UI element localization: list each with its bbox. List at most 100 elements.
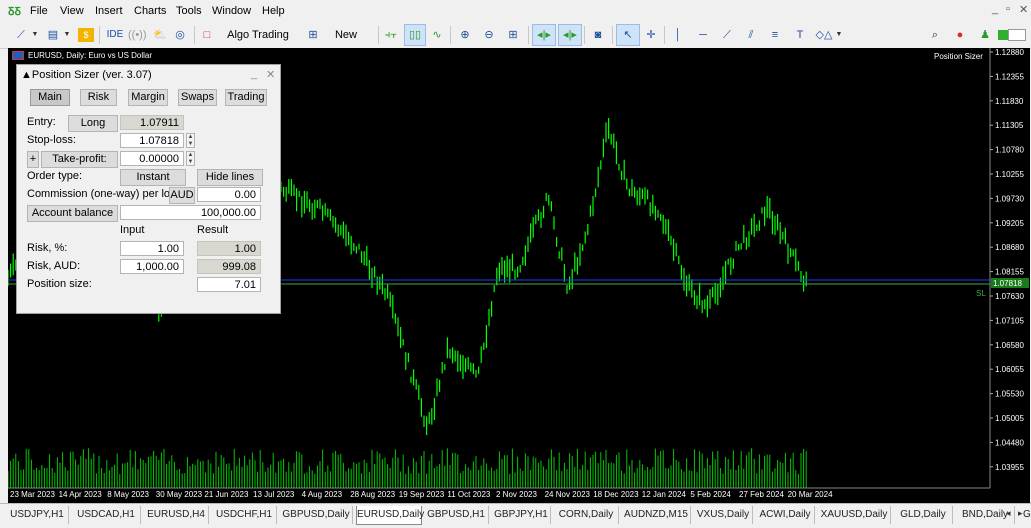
user-icon[interactable]: ♟ <box>976 25 994 45</box>
time-tick-label: 13 Jul 2023 <box>253 490 295 499</box>
chevron-down-icon[interactable]: ▼ <box>834 25 844 45</box>
separator <box>194 26 195 44</box>
menu-charts[interactable]: Charts <box>134 5 166 17</box>
line-chart-icon[interactable]: ∿ <box>428 25 446 45</box>
new-order-button[interactable]: New Order <box>320 25 372 61</box>
price-tick-label: 1.06580 <box>995 341 1024 350</box>
new-order-icon[interactable]: ⊞ <box>306 25 320 45</box>
chart-tab[interactable]: USDJPY,H1 <box>6 506 69 524</box>
chart-shift-icon[interactable]: ◂|▸ <box>558 24 582 46</box>
chevron-down-icon[interactable]: ▼ <box>30 25 40 45</box>
result-header: Result <box>197 224 229 236</box>
chart-tab[interactable]: XAUUSD,Daily <box>818 506 891 524</box>
algo-trading-icon[interactable]: □ <box>200 25 214 45</box>
chart-tab[interactable]: CORN,Daily <box>554 506 619 524</box>
chart-tab[interactable]: GBPJPY,H1 <box>492 506 551 524</box>
take-profit-stepper[interactable]: ▲ ▼ <box>186 151 195 166</box>
menu-insert[interactable]: Insert <box>95 5 123 17</box>
search-icon[interactable]: ⌕ <box>926 25 944 45</box>
vertical-line-icon[interactable]: │ <box>670 25 686 45</box>
price-tick-label: 1.09205 <box>995 219 1024 228</box>
entry-field[interactable]: 1.07911 <box>120 115 184 130</box>
chart-template-icon[interactable]: ▤ <box>44 25 62 45</box>
market-icon[interactable]: ⛅ <box>152 25 168 45</box>
zoom-in-icon[interactable]: ⊕ <box>456 25 474 45</box>
grid-icon[interactable]: ⊞ <box>504 25 522 45</box>
close-icon[interactable]: ✕ <box>1019 3 1028 16</box>
risk-percent-input[interactable]: 1.00 <box>120 241 184 256</box>
take-profit-button[interactable]: Take-profit: <box>41 151 118 168</box>
hide-lines-button[interactable]: Hide lines <box>197 169 263 186</box>
risk-percent-label: Risk, %: <box>27 242 68 254</box>
chart-tab[interactable]: AUDNZD,M15 <box>622 506 691 524</box>
order-type-button[interactable]: Instant <box>120 169 186 186</box>
menu-file[interactable]: File <box>30 5 48 17</box>
tab-margin[interactable]: Margin <box>128 89 168 106</box>
text-icon[interactable]: T <box>792 25 808 45</box>
ide-button[interactable]: IDE <box>104 25 126 45</box>
menu-help[interactable]: Help <box>262 5 285 17</box>
autoscroll-icon[interactable]: ◂|▸ <box>532 24 556 46</box>
account-balance-button[interactable]: Account balance <box>27 205 118 222</box>
shapes-icon[interactable]: ◇△ <box>814 25 834 45</box>
vps-icon[interactable]: ◎ <box>172 25 188 45</box>
tab-scroll-right-icon[interactable]: ▸ <box>1018 508 1023 519</box>
restore-icon[interactable]: ▫ <box>1006 3 1010 15</box>
tab-swaps[interactable]: Swaps <box>178 89 217 106</box>
tab-scroll-left-icon[interactable]: ◂ <box>1006 508 1011 519</box>
panel-close-button[interactable]: ✕ <box>266 68 275 81</box>
price-tick-label: 1.07630 <box>995 292 1024 301</box>
cursor-icon[interactable]: ↖ <box>616 24 640 46</box>
position-sizer-panel[interactable]: ▲Position Sizer (ver. 3.07) _ ✕ Main Ris… <box>16 64 281 314</box>
crosshair-icon[interactable]: ✛ <box>642 25 660 45</box>
indicator-label: Position Sizer <box>934 52 983 61</box>
chart-tab[interactable]: VXUS,Daily <box>694 506 753 524</box>
menu-view[interactable]: View <box>60 5 84 17</box>
chart-tab[interactable]: GBPUSD,H1 <box>424 506 489 524</box>
panel-minimize-button[interactable]: _ <box>251 68 257 80</box>
add-tp-button[interactable]: + <box>27 151 39 168</box>
screenshot-icon[interactable]: ◙ <box>588 25 608 45</box>
stoploss-stepper[interactable]: ▲ ▼ <box>186 133 195 148</box>
chart-tab[interactable]: EURUSD,H4 <box>144 506 209 524</box>
price-tick-label: 1.12880 <box>995 48 1024 57</box>
minimize-icon[interactable]: _ <box>992 3 998 15</box>
chart-tab[interactable]: EURUSD,Daily <box>356 506 424 525</box>
tab-main[interactable]: Main <box>30 89 70 106</box>
horizontal-line-icon[interactable]: ─ <box>694 25 712 45</box>
menu-window[interactable]: Window <box>212 5 251 17</box>
bid-price-label: 1.07818 <box>993 279 1022 288</box>
chart-tab[interactable]: USDCHF,H1 <box>212 506 277 524</box>
chart-type-icon[interactable]: ⟋ <box>12 25 30 45</box>
trendline-icon[interactable]: ⟋ <box>718 25 736 45</box>
account-balance-field[interactable]: 100,000.00 <box>120 205 261 220</box>
direction-button[interactable]: Long <box>68 115 118 132</box>
commission-field[interactable]: 0.00 <box>197 187 261 202</box>
signal-icon[interactable]: ((•)) <box>128 25 147 45</box>
chart-tab[interactable]: ACWI,Daily <box>756 506 815 524</box>
commission-currency-button[interactable]: AUD <box>169 187 195 204</box>
chart-tab[interactable]: USDCAD,H1 <box>72 506 141 524</box>
take-profit-field[interactable]: 0.00000 <box>120 151 184 166</box>
time-tick-label: 14 Apr 2023 <box>59 490 103 499</box>
candlestick-icon[interactable]: ▯▯ <box>404 24 426 46</box>
notifications-icon[interactable]: ● <box>950 25 970 45</box>
zoom-out-icon[interactable]: ⊖ <box>480 25 498 45</box>
panel-title[interactable]: ▲Position Sizer (ver. 3.07) <box>21 69 152 81</box>
risk-money-input[interactable]: 1,000.00 <box>120 259 184 274</box>
menu-tools[interactable]: Tools <box>176 5 202 17</box>
dollar-icon[interactable]: $ <box>78 28 94 42</box>
chart-tab[interactable]: GBPUSD,Daily <box>280 506 353 524</box>
bar-chart-icon[interactable]: ⫞⫟ <box>382 25 400 45</box>
time-tick-label: 2 Nov 2023 <box>496 490 537 499</box>
channel-icon[interactable]: ⫽ <box>742 25 760 45</box>
tab-risk[interactable]: Risk <box>80 89 117 106</box>
algo-trading-button[interactable]: Algo Trading <box>216 25 300 45</box>
tab-trading[interactable]: Trading <box>225 89 267 106</box>
time-tick-label: 20 Mar 2024 <box>788 490 833 499</box>
fibonacci-icon[interactable]: ≡ <box>766 25 784 45</box>
chart-tab[interactable]: GLD,Daily <box>894 506 953 524</box>
position-size-field[interactable]: 7.01 <box>197 277 261 292</box>
chevron-down-icon[interactable]: ▼ <box>62 25 72 45</box>
stoploss-field[interactable]: 1.07818 <box>120 133 184 148</box>
